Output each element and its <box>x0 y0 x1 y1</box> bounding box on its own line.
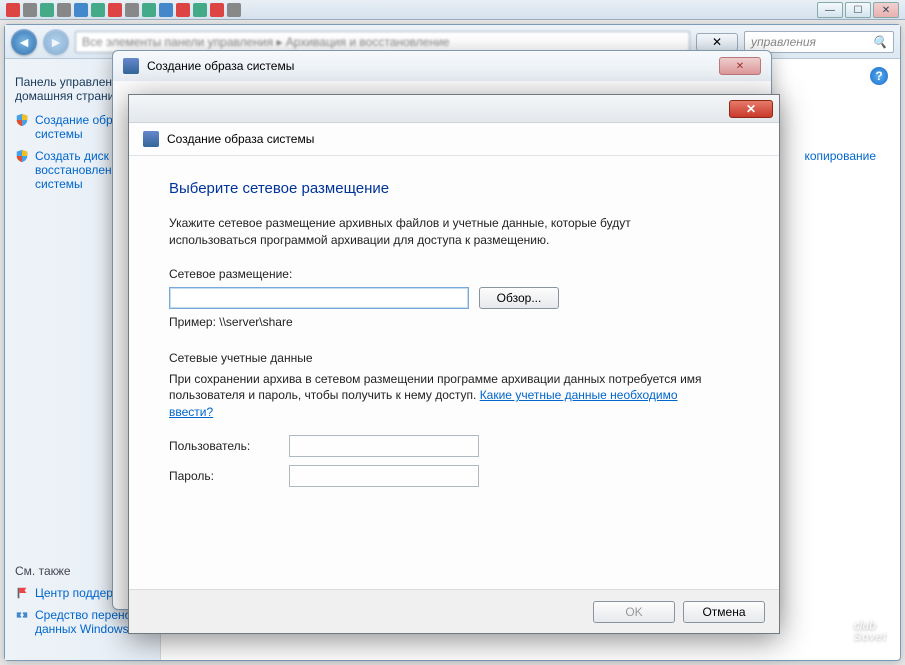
help-button[interactable]: ? <box>870 67 888 85</box>
flag-icon <box>15 586 29 600</box>
favicon-icon <box>142 3 156 17</box>
wizard-back-titlebar: Создание образа системы ✕ <box>113 51 771 81</box>
favicon-icon <box>40 3 54 17</box>
shield-icon <box>15 113 29 127</box>
favicon-icon <box>6 3 20 17</box>
username-input[interactable] <box>289 435 479 457</box>
nav-back-button[interactable]: ◄ <box>11 29 37 55</box>
system-image-icon <box>143 131 159 147</box>
dialog-title: Создание образа системы <box>167 132 314 146</box>
dialog-description: Укажите сетевое размещение архивных файл… <box>169 215 709 249</box>
close-button[interactable]: ✕ <box>873 2 899 18</box>
favicon-icon <box>91 3 105 17</box>
transfer-icon <box>15 608 29 622</box>
network-location-input[interactable] <box>169 287 469 309</box>
ok-button[interactable]: OK <box>593 601 675 623</box>
search-icon: 🔍 <box>872 35 887 49</box>
nav-forward-button[interactable]: ► <box>43 29 69 55</box>
credentials-heading: Сетевые учетные данные <box>169 351 739 365</box>
content-link-backup[interactable]: копирование <box>804 149 876 163</box>
browser-tab-bar: — ☐ ✕ <box>0 0 905 20</box>
minimize-button[interactable]: — <box>817 2 843 18</box>
password-input[interactable] <box>289 465 479 487</box>
browser-window-controls: — ☐ ✕ <box>817 2 899 18</box>
wizard-back-title: Создание образа системы <box>147 59 294 73</box>
favicon-icon <box>23 3 37 17</box>
password-label: Пароль: <box>169 469 289 483</box>
wizard-back-close-button[interactable]: ✕ <box>719 57 761 75</box>
favicon-icon <box>176 3 190 17</box>
system-image-icon <box>123 58 139 74</box>
dialog-footer: OK Отмена <box>129 589 779 633</box>
favicon-icon <box>159 3 173 17</box>
dialog-titlebar: ✕ <box>129 95 779 123</box>
cancel-button[interactable]: Отмена <box>683 601 765 623</box>
address-close-button[interactable]: ✕ <box>696 33 738 51</box>
favicon-icon <box>227 3 241 17</box>
username-label: Пользователь: <box>169 439 289 453</box>
dialog-close-button[interactable]: ✕ <box>729 100 773 118</box>
favicon-icon <box>108 3 122 17</box>
network-example-text: Пример: \\server\share <box>169 315 739 329</box>
favicon-icon <box>210 3 224 17</box>
dialog-heading: Выберите сетевое размещение <box>169 180 739 197</box>
network-location-label: Сетевое размещение: <box>169 267 739 281</box>
network-location-dialog: ✕ Создание образа системы Выберите сетев… <box>128 94 780 634</box>
credentials-description: При сохранении архива в сетевом размещен… <box>169 371 709 421</box>
favicon-icon <box>57 3 71 17</box>
shield-icon <box>15 149 29 163</box>
maximize-button[interactable]: ☐ <box>845 2 871 18</box>
search-placeholder: управления <box>751 35 816 49</box>
favicon-icon <box>74 3 88 17</box>
dialog-header: Создание образа системы <box>129 123 779 156</box>
browse-button[interactable]: Обзор... <box>479 287 559 309</box>
favicon-icon <box>125 3 139 17</box>
favicon-icon <box>193 3 207 17</box>
